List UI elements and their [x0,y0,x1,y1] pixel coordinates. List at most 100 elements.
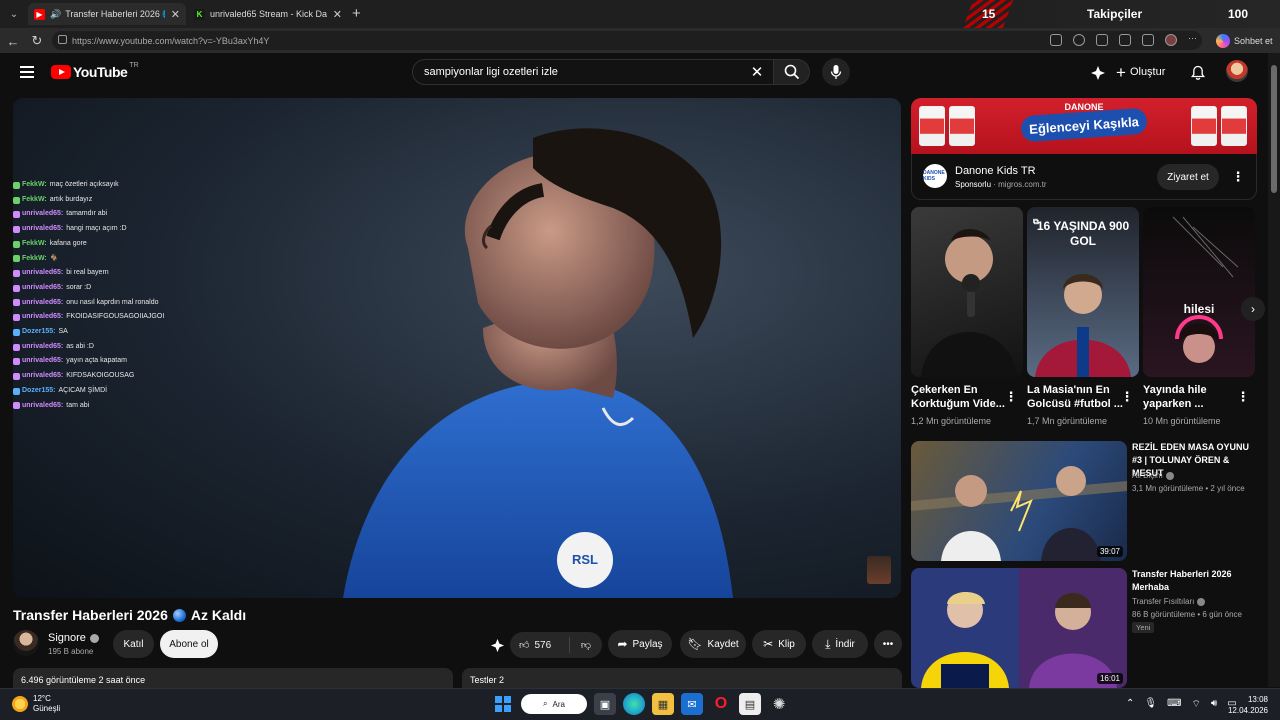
close-tab-icon[interactable]: ✕ [171,8,180,21]
ad-banner[interactable]: DANONE Eğlenceyi Kaşıkla [911,98,1257,154]
rec-video-title[interactable]: Transfer Haberleri 2026 Merhaba [1132,568,1260,594]
wifi-icon[interactable]: ⌔ [1192,698,1201,711]
volume-icon[interactable]: 🔊︎ [1211,698,1217,711]
chat-badge-icon [13,314,20,322]
search-input[interactable]: sampiyonlar ligi ozetleri izle [412,59,774,85]
video-thumbnail[interactable]: 16:01 [911,568,1127,688]
profile-icon[interactable] [1165,34,1177,46]
shorts-thumbnail[interactable] [911,207,1023,377]
description-box[interactable]: 6.496 görüntüleme 2 saat önce [13,668,453,688]
like-count: 576 [534,639,552,651]
notepad-icon[interactable]: ▤ [739,693,761,715]
account-avatar[interactable] [1226,60,1248,82]
opera-browser-icon[interactable]: O [710,693,732,715]
shorts-next-arrow-icon[interactable]: › [1241,297,1265,321]
taskbar-search[interactable]: ⌕ Ara [521,694,587,714]
copilot-button[interactable]: Sohbet et [1216,32,1273,50]
plus-icon: + [1116,62,1126,82]
reader-icon[interactable] [1050,34,1062,46]
url-field[interactable]: https://www.youtube.com/watch?v=-YBu3axY… [52,31,1202,50]
tests-panel[interactable]: Testler 2 [462,668,902,688]
reload-icon[interactable]: ↻ [28,32,46,50]
chat-username: FekkW: [22,239,47,247]
tab-kick[interactable]: K unrivaled65 Stream - Kick Dashboar ✕ [188,3,348,25]
split-screen-icon[interactable] [1119,34,1131,46]
shorts-title[interactable]: Yayında hile yaparken ... [1143,383,1243,411]
notifications-bell-icon[interactable] [1188,63,1208,83]
temperature: 12°C [33,694,51,703]
clear-search-icon[interactable]: ✕ [748,63,766,81]
show-hidden-icons-chevron[interactable]: ⌃ [1126,698,1134,711]
chat-text: hangi maçı açım :D [66,225,127,233]
page-scrollbar[interactable] [1268,53,1280,687]
create-button[interactable]: + Oluştur [1116,61,1165,83]
sparkle-icon[interactable] [1088,63,1108,83]
shorts-more-menu-icon[interactable]: ⋮ [1121,388,1134,406]
youtube-play-icon [51,65,71,79]
shorts-title[interactable]: Çekerken En Korktuğum Vide... [911,383,1011,411]
chat-username: unrivaled65: [22,298,64,306]
weather-widget[interactable]: 12°C Güneşli [12,694,60,714]
file-explorer-icon[interactable]: ▦ [652,693,674,715]
menu-icon[interactable] [20,66,34,78]
save-button[interactable]: 🔖︎ Kaydet [680,630,746,658]
more-actions-button[interactable]: ••• [874,630,902,658]
shorts-title[interactable]: La Masia'nın En Golcüsü #futbol ... [1027,383,1127,411]
edge-browser-icon[interactable] [623,693,645,715]
clip-button[interactable]: ✂ Klip [752,630,806,658]
advertiser-name[interactable]: Danone Kids TR [955,165,1036,177]
youtube-logo[interactable]: YouTube TR [51,62,139,80]
site-info-icon[interactable] [58,35,67,44]
rec-channel[interactable]: Ali Biçim [1132,469,1174,482]
subscriber-count: 195 B abone [48,647,94,656]
taskbar-clock[interactable]: 13:08 12.04.2026 [1224,694,1268,716]
rec-channel[interactable]: Transfer Fısıltıları [1132,595,1206,608]
visit-site-button[interactable]: Ziyaret et [1157,164,1219,190]
microphone-icon [830,65,842,79]
mail-icon[interactable]: ✉ [681,693,703,715]
ask-sparkle-icon[interactable] [488,636,506,654]
tab-list-chevron-icon[interactable]: ⌄ [4,4,24,24]
chat-text: 🐐 [49,254,59,262]
tab-youtube[interactable]: ▶ 🔊 Transfer Haberleri 2026 🌐 Az ✕ [28,3,186,25]
start-button[interactable] [492,693,514,715]
join-button[interactable]: Katıl [113,630,154,658]
speaker-icon[interactable]: 🔊 [50,9,61,20]
keyboard-icon[interactable]: ⌨ [1167,698,1181,711]
subscribe-button[interactable]: Abone ol [160,630,218,658]
scrollbar-thumb[interactable] [1271,65,1277,193]
download-button[interactable]: ⤓ İndir [812,630,868,658]
favorite-star-icon[interactable] [1073,34,1085,46]
chat-message: unrivaled65: sorar :D [13,281,273,296]
shorts-thumbnail[interactable]: hilesi [1143,207,1255,377]
channel-name[interactable]: Signore [48,632,99,644]
shorts-more-menu-icon[interactable]: ⋮ [1005,388,1018,406]
voice-search-button[interactable] [822,58,850,86]
create-label: Oluştur [1129,66,1166,78]
shorts-thumbnail[interactable]: ⧉ 16 YAŞINDA 900 GOL [1027,207,1139,377]
chat-text: SA [58,328,68,336]
video-thumbnail[interactable]: 39:07 [911,441,1127,561]
task-view-icon[interactable]: ▣ [594,693,616,715]
search-button[interactable] [774,59,810,85]
ad-info-row: DANONE KIDS Danone Kids TR Sponsorlu · m… [911,154,1257,200]
channel-avatar[interactable] [13,630,39,656]
ad-brand-text: DANONE [1064,102,1104,112]
close-tab-icon[interactable]: ✕ [333,8,342,21]
more-dots-icon[interactable]: ··· [1188,34,1200,46]
new-tab-plus-icon[interactable]: + [352,5,361,22]
like-button[interactable]: 👍︎ 576 [510,637,570,653]
shorts-more-menu-icon[interactable]: ⋮ [1237,388,1250,406]
share-button[interactable]: ➦ Paylaş [608,630,672,658]
video-player[interactable]: RSL FekkW: maç özetleri açıksayık FekkW: ar… [13,98,901,598]
chatgpt-icon[interactable]: ✺ [768,693,790,715]
dislike-button[interactable]: 👎︎ [570,639,602,651]
back-arrow-icon[interactable]: ← [4,32,22,50]
extension-icon[interactable] [1096,34,1108,46]
browser-tab-bar: ⌄ ▶ 🔊 Transfer Haberleri 2026 🌐 Az ✕ K u… [0,0,1280,34]
ad-more-menu-icon[interactable]: ⋮ [1232,168,1245,186]
favorites-icon[interactable] [1142,34,1154,46]
taskbar-apps: ⌕ Ara ▣ ▦ ✉ O ▤ ✺ [492,693,790,715]
microphone-tray-icon[interactable]: 🎙︎ [1144,698,1157,711]
chat-badge-icon [13,181,20,189]
